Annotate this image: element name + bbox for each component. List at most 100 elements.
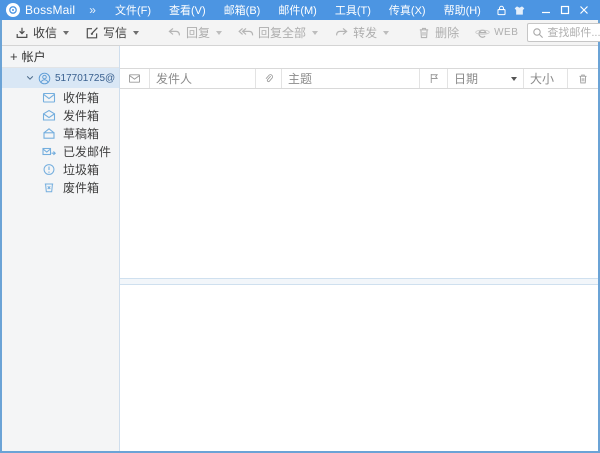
theme-icon[interactable] <box>512 2 527 18</box>
trash-small-icon <box>577 73 589 85</box>
column-date-label: 日期 <box>454 72 479 86</box>
menubar: 文件(F) 查看(V) 邮箱(B) 邮件(M) 工具(T) 传真(X) 帮助(H… <box>106 0 490 20</box>
column-delete[interactable] <box>568 69 598 88</box>
column-sender[interactable]: 发件人 <box>150 69 256 88</box>
column-size-label: 大小 <box>530 72 555 86</box>
folder-label: 垃圾箱 <box>63 162 100 177</box>
envelope-icon <box>128 73 141 84</box>
reply-all-dropdown-caret-icon <box>312 30 319 35</box>
mail-list-body[interactable] <box>120 89 598 278</box>
account-avatar-icon <box>38 72 51 85</box>
folder-drafts[interactable]: 草稿箱 <box>2 124 119 142</box>
search-box <box>527 23 600 42</box>
trash-icon <box>417 26 431 40</box>
reply-dropdown-caret-icon <box>216 30 223 35</box>
account-email: 517701725@qq.com <box>55 72 115 84</box>
folder-sidebar: + 帐户 517701725@qq.com <box>2 46 120 451</box>
mail-list-header: 发件人 主题 日期 大小 <box>120 68 598 89</box>
toolbar: 收信 写信 回复 回复全部 转发 删除 WEB 查找邮件... <box>2 20 600 46</box>
compose-mail-label: 写信 <box>103 26 128 40</box>
receive-mail-label: 收信 <box>33 26 58 40</box>
search-icon <box>532 27 544 39</box>
folder-junk[interactable]: 垃圾箱 <box>2 160 119 178</box>
drafts-envelope-icon <box>42 127 56 140</box>
junk-exclamation-icon <box>42 163 56 176</box>
reply-all-label: 回复全部 <box>258 26 307 40</box>
menu-file[interactable]: 文件(F) <box>106 0 160 20</box>
menu-mail[interactable]: 邮件(M) <box>269 0 326 20</box>
account-row[interactable]: 517701725@qq.com <box>2 68 119 88</box>
forward-label: 转发 <box>353 26 378 40</box>
bossmail-window: BossMail » 文件(F) 查看(V) 邮箱(B) 邮件(M) 工具(T)… <box>0 0 600 453</box>
folder-label: 收件箱 <box>63 90 100 105</box>
app-name: BossMail <box>25 3 76 17</box>
forward-dropdown-caret-icon <box>383 30 390 35</box>
bossmail-logo-icon <box>6 3 20 17</box>
search-input[interactable] <box>547 26 600 39</box>
column-date[interactable]: 日期 <box>448 69 524 88</box>
maximize-button[interactable] <box>556 2 575 18</box>
window-controls <box>537 2 594 18</box>
outbox-envelope-icon <box>42 109 56 122</box>
forward-icon <box>334 26 349 39</box>
menu-help[interactable]: 帮助(H) <box>435 0 490 20</box>
app-logo: BossMail <box>6 3 75 17</box>
sort-descending-caret-icon <box>511 76 517 81</box>
folder-outbox[interactable]: 发件箱 <box>2 106 119 124</box>
content-area: + 帐户 517701725@qq.com <box>2 46 598 451</box>
menu-view[interactable]: 查看(V) <box>160 0 215 20</box>
webmail-button[interactable]: WEB <box>468 23 525 43</box>
folder-label: 发件箱 <box>63 108 100 123</box>
reply-all-button[interactable]: 回复全部 <box>231 21 325 44</box>
receive-dropdown-caret-icon <box>63 30 70 35</box>
plus-icon: + <box>10 49 18 64</box>
menu-fax[interactable]: 传真(X) <box>380 0 435 20</box>
column-sender-label: 发件人 <box>156 72 193 86</box>
add-account-label: 帐户 <box>21 50 46 64</box>
compose-dropdown-caret-icon <box>133 30 140 35</box>
web-browser-icon <box>475 26 490 40</box>
receive-mail-button[interactable]: 收信 <box>8 21 76 44</box>
titlebar: BossMail » 文件(F) 查看(V) 邮箱(B) 邮件(M) 工具(T)… <box>0 0 600 20</box>
lock-icon[interactable] <box>494 2 509 18</box>
forward-button[interactable]: 转发 <box>327 21 396 44</box>
sent-mail-icon <box>42 145 56 158</box>
folder-list: 收件箱 发件箱 草稿箱 已发邮件 垃圾箱 废件箱 <box>2 88 119 196</box>
reply-button[interactable]: 回复 <box>160 21 229 44</box>
delete-label: 删除 <box>435 26 460 40</box>
list-preview-splitter[interactable] <box>120 278 598 285</box>
mail-preview-pane[interactable] <box>120 285 598 451</box>
column-size[interactable]: 大小 <box>524 69 568 88</box>
close-button[interactable] <box>575 2 594 18</box>
column-flag[interactable] <box>420 69 448 88</box>
reply-all-icon <box>238 26 254 39</box>
folder-label: 草稿箱 <box>63 126 100 141</box>
folder-deleted[interactable]: 废件箱 <box>2 178 119 196</box>
webmail-label: WEB <box>494 27 519 38</box>
menu-overflow-chevron-icon[interactable]: » <box>83 3 102 17</box>
reply-label: 回复 <box>186 26 211 40</box>
list-top-spacer <box>120 46 598 68</box>
add-account-button[interactable]: + 帐户 <box>2 46 119 68</box>
column-subject-label: 主题 <box>288 72 313 86</box>
menu-tools[interactable]: 工具(T) <box>326 0 380 20</box>
receive-mail-icon <box>15 26 29 40</box>
column-read-status[interactable] <box>120 69 150 88</box>
folder-sent[interactable]: 已发邮件 <box>2 142 119 160</box>
column-attachment[interactable] <box>256 69 282 88</box>
deleted-bin-icon <box>42 181 56 194</box>
folder-inbox[interactable]: 收件箱 <box>2 88 119 106</box>
chevron-down-icon[interactable] <box>26 74 34 82</box>
folder-label: 已发邮件 <box>63 144 112 159</box>
flag-icon <box>428 72 440 85</box>
menu-mailbox[interactable]: 邮箱(B) <box>215 0 270 20</box>
delete-button[interactable]: 删除 <box>410 21 466 44</box>
paperclip-icon <box>263 72 274 85</box>
mail-main-area: 发件人 主题 日期 大小 <box>120 46 598 451</box>
inbox-envelope-icon <box>42 91 56 104</box>
folder-label: 废件箱 <box>63 180 100 195</box>
compose-mail-button[interactable]: 写信 <box>78 21 146 44</box>
minimize-button[interactable] <box>537 2 556 18</box>
compose-mail-icon <box>85 26 99 40</box>
column-subject[interactable]: 主题 <box>282 69 420 88</box>
